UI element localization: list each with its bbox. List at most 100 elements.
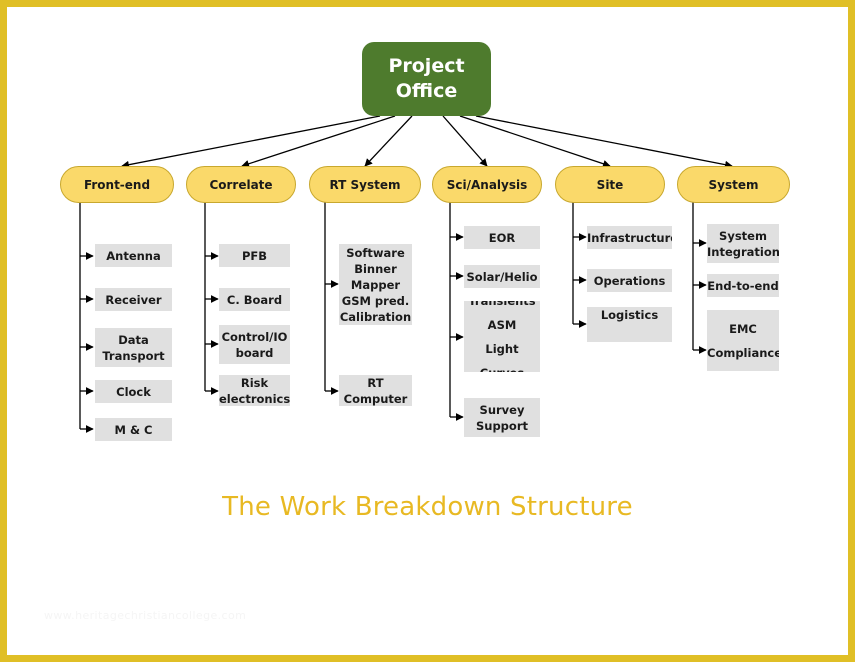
leaf-operations-text: Operations — [587, 273, 672, 289]
leaf-pfb-text: PFB — [219, 248, 290, 264]
branch-site-label: Site — [596, 177, 624, 192]
leaf-m-and-c-text: M & C — [95, 422, 172, 438]
leaf-line: Binner — [354, 261, 397, 276]
leaf-line: Control/IO — [221, 329, 288, 344]
leaf-line: Infrastructure — [587, 230, 672, 245]
node-project-office-line2: Office — [395, 80, 458, 102]
root-to-branch-arrows — [121, 115, 733, 169]
leaf-line: ASM — [487, 317, 517, 332]
leaf-operations[interactable]: Operations — [587, 269, 672, 292]
leaf-line: Transport — [102, 348, 165, 363]
leaf-line: Survey — [479, 402, 525, 417]
leaf-line: electronics — [219, 392, 290, 406]
leaf-eor[interactable]: EOR — [464, 226, 540, 249]
leaf-line: PFB — [241, 248, 268, 263]
node-project-office-line1: Project — [388, 55, 465, 77]
leaf-data-transport-text: Data Transport — [95, 332, 172, 364]
leaf-line: Computer — [343, 392, 408, 406]
leaf-solar-helio-text: Solar/Helio — [464, 269, 540, 285]
leaf-line: Logistics — [600, 308, 659, 322]
leaf-line: System — [719, 228, 767, 243]
branch-system[interactable]: System — [677, 166, 790, 203]
leaf-end-to-end[interactable]: End-to-end — [707, 274, 779, 297]
leaf-infrastructure[interactable]: Infrastructure — [587, 226, 672, 249]
branch-rt-system[interactable]: RT System — [309, 166, 421, 203]
leaf-eor-text: EOR — [464, 230, 540, 246]
leaf-control-io-board-text: Control/IO board — [219, 329, 290, 361]
leaf-line: Calibration — [339, 309, 412, 324]
branch-front-end-label: Front-end — [83, 177, 151, 192]
leaf-survey-support-text: Survey Support — [464, 402, 540, 434]
leaf-system-integration-text: System Integration — [707, 228, 779, 260]
branch-correlate[interactable]: Correlate — [186, 166, 296, 203]
leaf-solar-helio[interactable]: Solar/Helio — [464, 265, 540, 288]
leaf-line: EMC — [729, 321, 757, 336]
leaf-line: RT — [367, 376, 384, 390]
leaf-line: Compliance — [707, 345, 779, 360]
branch-sci-analysis[interactable]: Sci/Analysis — [432, 166, 542, 203]
branch-arrows-sci-analysis — [450, 233, 464, 421]
leaf-c-board[interactable]: C. Board — [219, 288, 290, 311]
leaf-line: C. Board — [226, 292, 283, 307]
diagram-caption: The Work Breakdown Structure — [222, 492, 633, 522]
branch-rt-system-label: RT System — [329, 177, 401, 192]
leaf-software-stack[interactable]: Software Binner Mapper GSM pred. Calibra… — [339, 244, 412, 325]
leaf-line: Transients — [464, 301, 540, 313]
leaf-rt-computer-text: RT Computer — [339, 375, 412, 406]
wbs-diagram-canvas: Project Office Front-end Correlate RT Sy… — [0, 0, 855, 662]
leaf-pfb[interactable]: PFB — [219, 244, 290, 267]
leaf-c-board-text: C. Board — [219, 292, 290, 308]
leaf-data-transport[interactable]: Data Transport — [95, 328, 172, 367]
leaf-line: Receiver — [105, 292, 162, 307]
leaf-transients-asm-light-curves[interactable]: Transients ASM Light Curves — [464, 301, 540, 372]
leaf-control-io-board[interactable]: Control/IO board — [219, 325, 290, 364]
leaf-risk-electronics-text: Risk electronics — [219, 375, 290, 406]
leaf-logistics-text: Logistics — [587, 307, 672, 323]
leaf-emc-compliance-text: EMC Compliance — [707, 317, 779, 365]
leaf-clock[interactable]: Clock — [95, 380, 172, 403]
leaf-risk-electronics[interactable]: Risk electronics — [219, 375, 290, 406]
branch-arrows-site — [573, 233, 587, 328]
leaf-line: Integration — [707, 244, 779, 259]
branch-arrows-correlate — [205, 252, 219, 395]
leaf-clock-text: Clock — [95, 384, 172, 400]
leaf-receiver[interactable]: Receiver — [95, 288, 172, 311]
leaf-rt-computer[interactable]: RT Computer — [339, 375, 412, 406]
leaf-end-to-end-text: End-to-end — [707, 278, 779, 294]
leaf-system-integration[interactable]: System Integration — [707, 224, 779, 263]
node-project-office-text: Project Office — [388, 54, 464, 104]
branch-arrows-system — [693, 239, 707, 354]
leaf-line: Solar/Helio — [466, 269, 538, 284]
branch-correlate-label: Correlate — [209, 177, 273, 192]
leaf-line: EOR — [488, 230, 516, 245]
leaf-line: M & C — [114, 422, 153, 437]
branch-site[interactable]: Site — [555, 166, 665, 203]
leaf-line: Support — [475, 418, 528, 433]
leaf-line: Operations — [593, 273, 666, 288]
branch-system-label: System — [708, 177, 759, 192]
leaf-line: End-to-end — [707, 278, 779, 293]
branch-front-end[interactable]: Front-end — [60, 166, 174, 203]
leaf-software-stack-text: Software Binner Mapper GSM pred. Calibra… — [339, 245, 412, 325]
branch-arrows-front-end — [80, 252, 94, 433]
branch-arrows-rt-system — [325, 280, 339, 395]
leaf-receiver-text: Receiver — [95, 292, 172, 308]
leaf-antenna[interactable]: Antenna — [95, 244, 172, 267]
leaf-antenna-text: Antenna — [95, 248, 172, 264]
leaf-emc-compliance[interactable]: EMC Compliance — [707, 310, 779, 371]
leaf-line: Data — [118, 332, 149, 347]
leaf-line: Clock — [116, 384, 151, 399]
leaf-line: Risk — [240, 376, 269, 390]
leaf-line: Mapper — [350, 277, 401, 292]
leaf-line: Antenna — [106, 248, 161, 263]
leaf-m-and-c[interactable]: M & C — [95, 418, 172, 441]
leaf-line: GSM pred. — [341, 293, 410, 308]
node-project-office[interactable]: Project Office — [362, 42, 491, 116]
branch-sci-analysis-label: Sci/Analysis — [446, 177, 528, 192]
leaf-logistics[interactable]: Logistics — [587, 307, 672, 342]
leaf-survey-support[interactable]: Survey Support — [464, 398, 540, 437]
leaf-transients-asm-light-curves-text: Transients ASM Light Curves — [464, 301, 540, 372]
leaf-infrastructure-text: Infrastructure — [587, 230, 672, 246]
leaf-line: Light Curves — [480, 341, 524, 373]
leaf-line: Software — [346, 245, 405, 260]
